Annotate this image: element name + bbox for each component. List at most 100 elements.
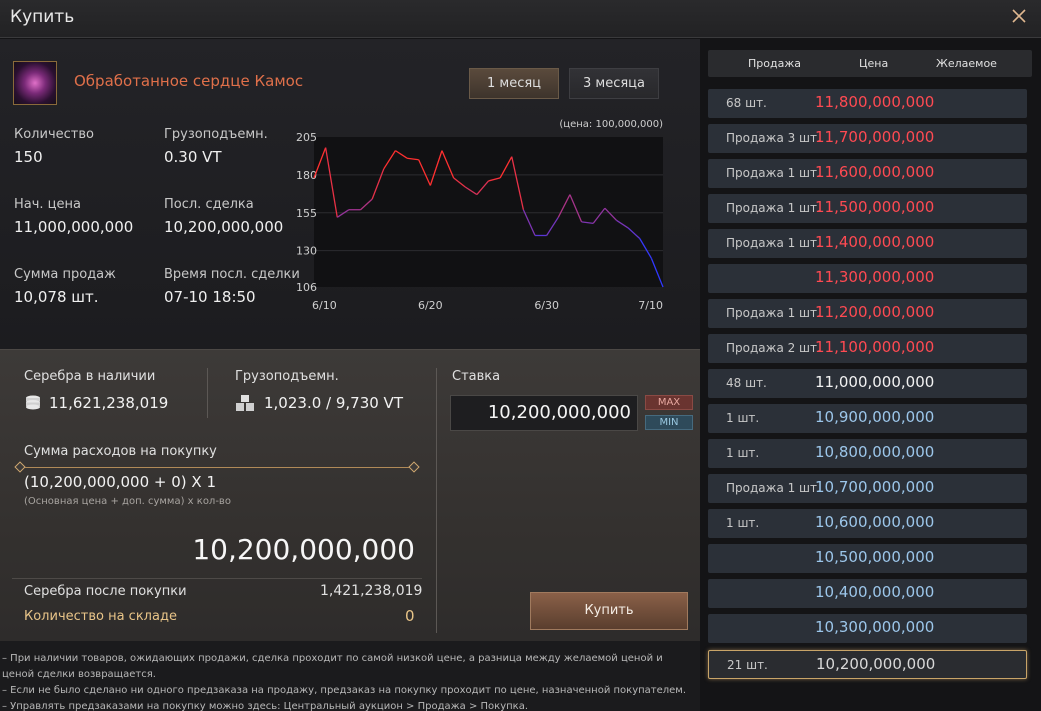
order-book-row[interactable]: 68 шт. 11,800,000,000 — [708, 89, 1027, 118]
cost-label: Сумма расходов на покупку — [24, 444, 217, 459]
stat-last-deal-time: Время посл. сделки 07-10 18:50 — [164, 267, 300, 306]
order-book-row[interactable]: 21 шт. 10,200,000,000 — [708, 650, 1027, 679]
period-3-months-button[interactable]: 3 месяца — [569, 68, 659, 99]
order-book-row[interactable]: 1 шт. 10,600,000,000 — [708, 509, 1027, 538]
item-name: Обработанное сердце Камос — [74, 72, 304, 90]
row-quantity: Продажа 1 шт. — [726, 481, 821, 495]
note-line: – Если не было сделано ни одного предзак… — [2, 685, 687, 696]
row-price: 11,400,000,000 — [815, 233, 935, 251]
max-button[interactable]: MAX — [645, 395, 693, 410]
order-book-row[interactable]: 11,300,000,000 — [708, 264, 1027, 293]
close-icon[interactable] — [1011, 8, 1027, 24]
row-price: 10,200,000,000 — [816, 655, 936, 673]
y-tick-label: 106 — [296, 281, 317, 294]
row-quantity: 1 шт. — [726, 516, 760, 530]
order-book-row[interactable]: 10,300,000,000 — [708, 614, 1027, 643]
buy-button[interactable]: Купить — [530, 592, 688, 630]
range-left-diamond — [14, 461, 26, 473]
formula-hint: (Основная цена + доп. сумма) х кол-во — [24, 496, 231, 507]
row-price: 10,700,000,000 — [815, 478, 935, 496]
warehouse-count-label: Количество на складе — [24, 609, 177, 624]
stat-weight: Грузоподъемн. 0.30 VT — [164, 127, 268, 166]
row-quantity: 1 шт. — [726, 446, 760, 460]
order-book-row[interactable]: Продажа 1 шт. 11,400,000,000 — [708, 229, 1027, 258]
silver-after-label: Серебра после покупки — [24, 584, 187, 599]
row-price: 10,800,000,000 — [815, 443, 935, 461]
order-book-row[interactable]: Продажа 2 шт. 11,100,000,000 — [708, 334, 1027, 363]
total-cost: 10,200,000,000 — [192, 533, 415, 566]
bid-input[interactable]: 10,200,000,000 — [450, 395, 638, 431]
row-quantity: Продажа 3 шт. — [726, 131, 821, 145]
header-desired: Желаемое — [936, 57, 997, 70]
row-quantity: Продажа 1 шт. — [726, 201, 821, 215]
header-sell: Продажа — [748, 57, 801, 70]
price-chart-svg: 205 180 155 130 106 (цена: 100,000,000) 6/10 6/… — [296, 119, 664, 312]
kamos-heart-icon — [13, 61, 57, 105]
weight-value: 1,023.0 / 9,730 VT — [264, 394, 403, 412]
left-pane: Обработанное сердце Камос 1 месяц 3 меся… — [0, 39, 700, 711]
row-quantity: Продажа 1 шт. — [726, 306, 821, 320]
header-price: Цена — [859, 57, 889, 70]
chart-unit-label: (цена: 100,000,000) — [559, 119, 663, 130]
row-price: 11,700,000,000 — [815, 128, 935, 146]
note-line: ценой сделки возвращается. — [2, 669, 156, 680]
row-price: 10,600,000,000 — [815, 513, 935, 531]
row-price: 10,500,000,000 — [815, 548, 935, 566]
x-tick-label: 6/30 — [534, 299, 559, 312]
stat-base-price: Нач. цена 11,000,000,000 — [14, 197, 134, 236]
row-price: 11,000,000,000 — [815, 373, 935, 391]
range-line — [20, 467, 414, 468]
silver-after-value: 1,421,238,019 — [320, 583, 423, 599]
range-right-diamond — [408, 461, 420, 473]
row-price: 11,100,000,000 — [815, 338, 935, 356]
y-tick-label: 155 — [296, 207, 317, 220]
order-book-row[interactable]: 10,400,000,000 — [708, 579, 1027, 608]
price-history-chart: 205 180 155 130 106 (цена: 100,000,000) 6/10 6/… — [296, 117, 676, 317]
bid-label: Ставка — [452, 369, 501, 384]
order-book-row[interactable]: Продажа 3 шт. 11,700,000,000 — [708, 124, 1027, 153]
min-button[interactable]: MIN — [645, 415, 693, 430]
row-quantity: 48 шт. — [726, 376, 767, 390]
order-book-row[interactable]: Продажа 1 шт. 10,700,000,000 — [708, 474, 1027, 503]
note-line: – Управлять предзаказами на покупку можн… — [2, 701, 528, 711]
order-book-row[interactable]: 1 шт. 10,800,000,000 — [708, 439, 1027, 468]
order-book-row[interactable]: Продажа 1 шт. 11,500,000,000 — [708, 194, 1027, 223]
order-book-row[interactable]: Продажа 1 шт. 11,600,000,000 — [708, 159, 1027, 188]
stat-total-sales: Сумма продаж 10,078 шт. — [14, 267, 116, 306]
silver-coins-icon — [26, 395, 40, 410]
stat-quantity: Количество 150 — [14, 127, 94, 166]
divider — [436, 368, 437, 633]
cost-formula: (10,200,000,000 + 0) X 1 — [24, 473, 216, 491]
order-book-row[interactable]: 1 шт. 10,900,000,000 — [708, 404, 1027, 433]
row-price: 11,800,000,000 — [815, 93, 935, 111]
y-tick-label: 205 — [296, 131, 317, 144]
period-1-month-button[interactable]: 1 месяц — [469, 68, 559, 99]
x-tick-label: 7/10 — [638, 299, 663, 312]
note-line: – При наличии товаров, ожидающих продажи… — [2, 653, 663, 664]
x-tick-label: 6/10 — [312, 299, 337, 312]
weight-label: Грузоподъемн. — [235, 369, 339, 384]
row-price: 10,900,000,000 — [815, 408, 935, 426]
divider — [12, 578, 422, 579]
order-book-row[interactable]: 10,500,000,000 — [708, 544, 1027, 573]
row-quantity: 21 шт. — [727, 658, 768, 672]
silver-label: Серебра в наличии — [24, 369, 156, 384]
x-tick-label: 6/20 — [418, 299, 443, 312]
row-price: 11,200,000,000 — [815, 303, 935, 321]
row-price: 10,300,000,000 — [815, 618, 935, 636]
row-price: 11,600,000,000 — [815, 163, 935, 181]
order-book-row[interactable]: Продажа 1 шт. 11,200,000,000 — [708, 299, 1027, 328]
row-quantity: Продажа 1 шт. — [726, 166, 821, 180]
window-title: Купить — [10, 7, 75, 27]
order-book-header: Продажа Цена Желаемое — [708, 50, 1032, 77]
stat-last-deal: Посл. сделка 10,200,000,000 — [164, 197, 284, 236]
warehouse-count-value: 0 — [405, 607, 415, 625]
row-quantity: Продажа 2 шт. — [726, 341, 821, 355]
item-info-panel: Обработанное сердце Камос 1 месяц 3 меся… — [0, 39, 700, 349]
order-book-row[interactable]: 48 шт. 11,000,000,000 — [708, 369, 1027, 398]
row-quantity: 1 шт. — [726, 411, 760, 425]
row-price: 11,500,000,000 — [815, 198, 935, 216]
notes: – При наличии товаров, ожидающих продажи… — [0, 641, 700, 711]
buy-panel: Серебра в наличии 11,621,238,019 Грузопо… — [0, 349, 700, 641]
chart-plot-area — [314, 137, 663, 287]
